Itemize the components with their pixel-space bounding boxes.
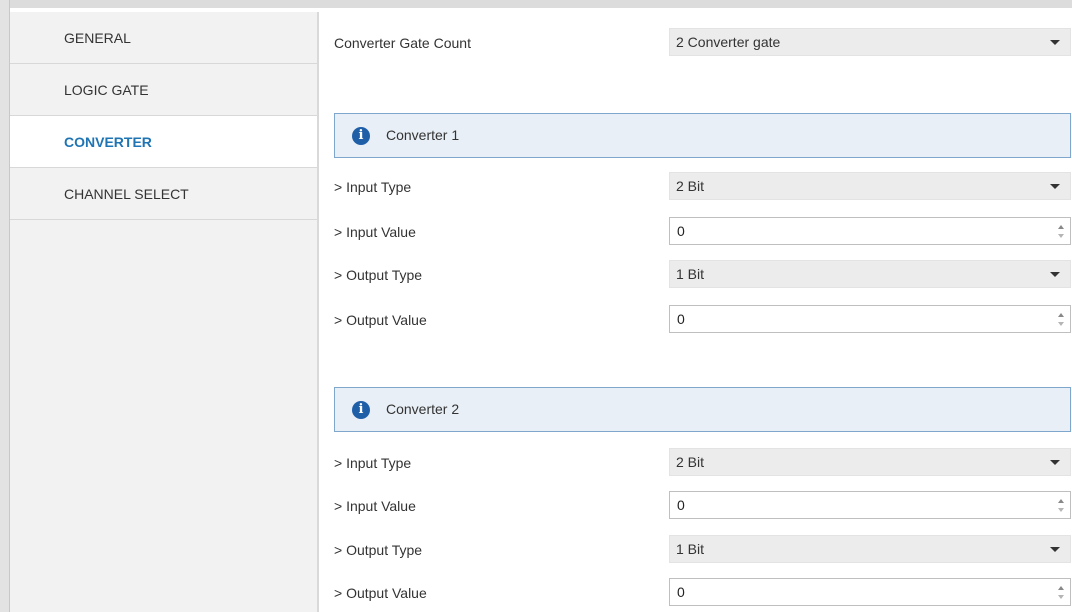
sidebar-item-converter[interactable]: CONVERTER — [10, 116, 317, 168]
converter-1-input-value-row: > Input Value 0 — [334, 217, 1071, 247]
main-panel: Converter Gate Count 2 Converter gate i … — [334, 0, 1071, 612]
output-value-value: 0 — [677, 311, 685, 327]
output-value-label: > Output Value — [334, 585, 427, 601]
spinner-down-icon[interactable] — [1058, 595, 1064, 599]
spinner-up-icon[interactable] — [1058, 586, 1064, 590]
output-type-label: > Output Type — [334, 267, 423, 283]
converter-2-output-type-row: > Output Type 1 Bit — [334, 535, 1071, 565]
input-value-label: > Input Value — [334, 224, 416, 240]
chevron-down-icon — [1050, 547, 1060, 552]
gate-count-value: 2 Converter gate — [676, 34, 781, 50]
chevron-down-icon — [1050, 40, 1060, 45]
chevron-down-icon — [1050, 460, 1060, 465]
output-type-value: 1 Bit — [676, 266, 705, 282]
output-value-label: > Output Value — [334, 312, 427, 328]
converter-1-input-type-row: > Input Type 2 Bit — [334, 172, 1071, 202]
sidebar-item-channel-select[interactable]: CHANNEL SELECT — [10, 168, 317, 220]
converter-2-output-type-select[interactable]: 1 Bit — [669, 535, 1071, 563]
converter-1-input-value-field[interactable]: 0 — [669, 217, 1071, 245]
converter-2-output-value-field[interactable]: 0 — [669, 578, 1071, 606]
converter-1-output-type-row: > Output Type 1 Bit — [334, 260, 1071, 290]
info-icon: i — [352, 401, 370, 419]
converter-2-input-type-select[interactable]: 2 Bit — [669, 448, 1071, 476]
sidebar: GENERAL LOGIC GATE CONVERTER CHANNEL SEL… — [10, 12, 319, 612]
converter-1-title: Converter 1 — [386, 127, 460, 143]
converter-2-title: Converter 2 — [386, 401, 460, 417]
converter-1-output-type-select[interactable]: 1 Bit — [669, 260, 1071, 288]
gate-count-label: Converter Gate Count — [334, 35, 471, 51]
output-type-value: 1 Bit — [676, 541, 705, 557]
converter-2-input-value-field[interactable]: 0 — [669, 491, 1071, 519]
input-type-label: > Input Type — [334, 455, 412, 471]
converter-1-input-type-select[interactable]: 2 Bit — [669, 172, 1071, 200]
spinner-up-icon[interactable] — [1058, 499, 1064, 503]
input-value-value: 0 — [677, 497, 685, 513]
converter-1-header: i Converter 1 — [334, 113, 1071, 158]
converter-1-output-value-row: > Output Value 0 — [334, 305, 1071, 335]
spinner-down-icon[interactable] — [1058, 234, 1064, 238]
gate-count-select[interactable]: 2 Converter gate — [669, 28, 1071, 56]
converter-2-output-value-row: > Output Value 0 — [334, 578, 1071, 608]
converter-2-header: i Converter 2 — [334, 387, 1071, 432]
input-type-label: > Input Type — [334, 179, 412, 195]
spinner-up-icon[interactable] — [1058, 313, 1064, 317]
chevron-down-icon — [1050, 184, 1060, 189]
chevron-down-icon — [1050, 272, 1060, 277]
input-type-value: 2 Bit — [676, 454, 705, 470]
spinner-down-icon[interactable] — [1058, 322, 1064, 326]
sidebar-item-general[interactable]: GENERAL — [10, 12, 317, 64]
converter-1-output-value-field[interactable]: 0 — [669, 305, 1071, 333]
gate-count-row: Converter Gate Count 2 Converter gate — [334, 28, 1071, 58]
info-icon: i — [352, 127, 370, 145]
input-type-value: 2 Bit — [676, 178, 705, 194]
sidebar-item-logic-gate[interactable]: LOGIC GATE — [10, 64, 317, 116]
converter-2-input-type-row: > Input Type 2 Bit — [334, 448, 1071, 478]
output-type-label: > Output Type — [334, 542, 423, 558]
input-value-label: > Input Value — [334, 498, 416, 514]
window-frame-left — [0, 0, 10, 612]
converter-2-input-value-row: > Input Value 0 — [334, 491, 1071, 521]
output-value-value: 0 — [677, 584, 685, 600]
input-value-value: 0 — [677, 223, 685, 239]
spinner-up-icon[interactable] — [1058, 225, 1064, 229]
spinner-down-icon[interactable] — [1058, 508, 1064, 512]
